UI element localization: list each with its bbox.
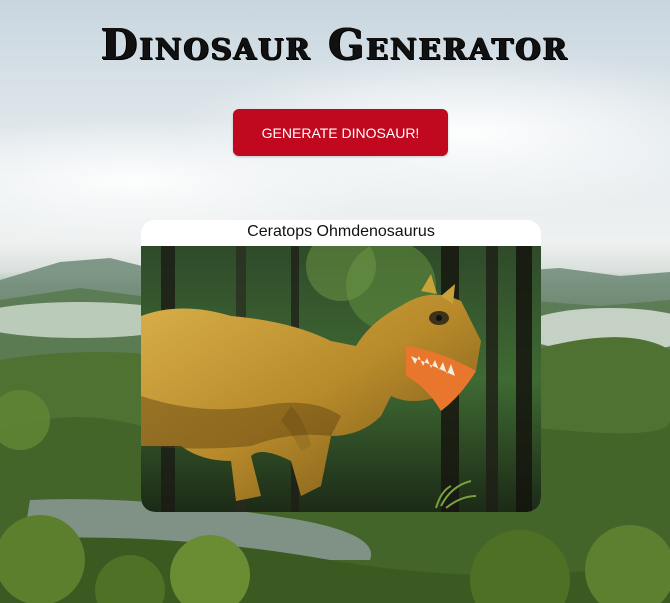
page-title: Dinosaur Generator (101, 20, 569, 69)
generate-dinosaur-button[interactable]: GENERATE DINOSAUR! (233, 109, 448, 156)
dinosaur-image (141, 246, 541, 512)
dinosaur-card: Ceratops Ohmdenosaurus (141, 220, 541, 512)
dinosaur-name: Ceratops Ohmdenosaurus (141, 220, 541, 246)
